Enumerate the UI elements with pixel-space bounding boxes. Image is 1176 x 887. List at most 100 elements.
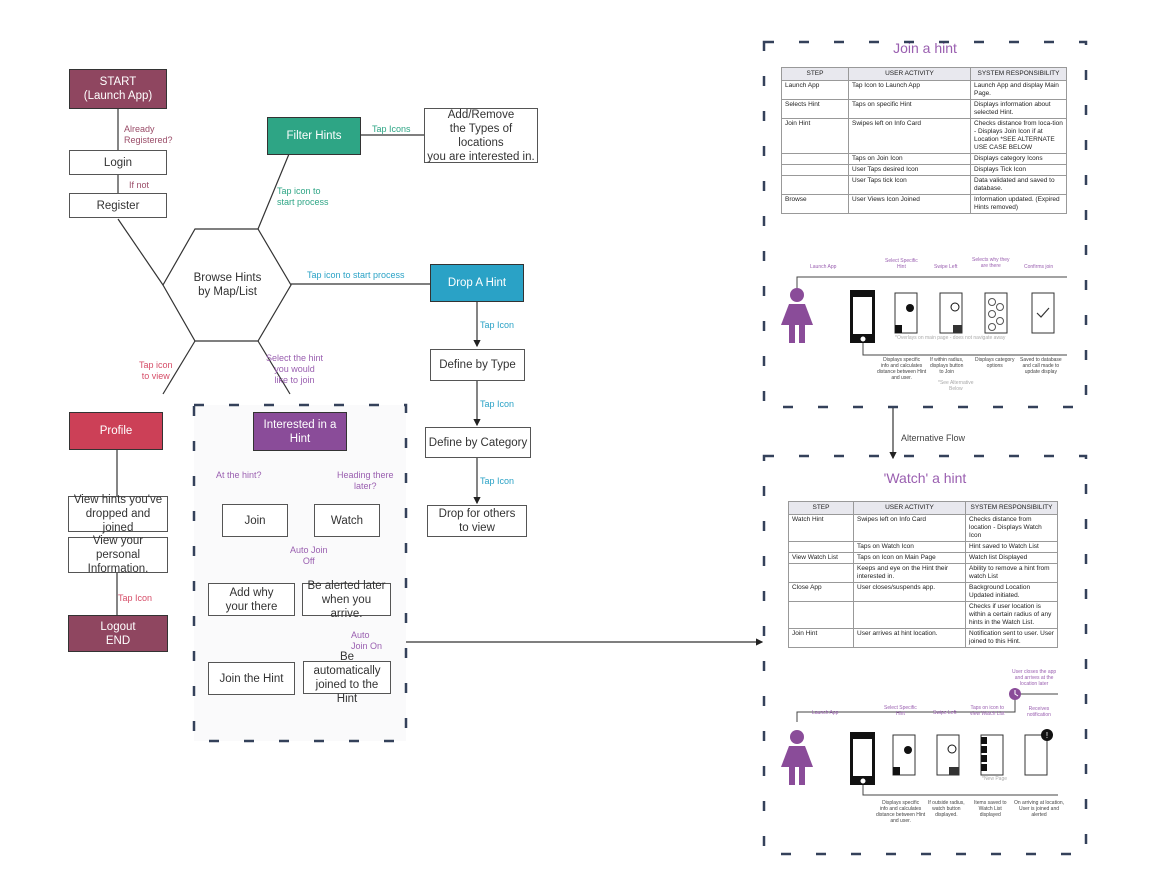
table-cell: Watch Hint [788,514,854,542]
table-cell [788,601,854,629]
select-hint-screen-icon [892,734,916,776]
table-row: Keeps and eye on the Hint their interest… [788,563,1058,583]
table-row: Watch Hint Swipes left on Info Card Checks… [788,514,1058,542]
table-cell [781,164,849,176]
table-cell [788,563,854,583]
table-cell: Launch App [781,80,849,100]
table-row: User Taps desired Icon Displays Tick Icon [781,164,1067,176]
table-cell: Swipes left on Info Card [853,514,966,542]
drop-hint-box: Drop A Hint [430,264,524,302]
table-row: View Watch List Taps on Icon on Main Page… [788,552,1058,564]
define-type-box: Define by Type [430,349,525,381]
if-not-label: If not [129,180,150,190]
table-cell: User closes/suspends app. [853,582,966,602]
join-use-case-table: STEP USER ACTIVITY SYSTEM RESPONSIBILITY… [781,67,1067,214]
table-cell [788,541,854,553]
join-result-label: If within radius, displays button to Joi… [930,357,964,375]
table-cell: Selects Hint [781,99,849,119]
filter-hints-box: Filter Hints [267,117,361,155]
col-header: USER ACTIVITY [853,501,966,515]
table-cell: Close App [788,582,854,602]
watch-step-label: Select Specific Hint [884,705,917,717]
table-cell: Keeps and eye on the Hint their interest… [853,563,966,583]
table-cell: Checks distance from location - Displays… [965,514,1058,542]
line-register-browse [117,218,164,286]
table-row: Join Hint User arrives at hint location. N… [788,628,1058,648]
join-step-label: Swipe Left [934,264,958,270]
table-cell: Taps on specific Hint [848,99,971,119]
join-step-label: Confirms join [1024,264,1054,270]
join-result-label: Displays specific info and calculates di… [877,357,927,381]
table-cell: User Views Icon Joined [848,194,971,214]
watch-step-label: Receives notification [1027,706,1051,718]
tap-icon-logout-label: Tap Icon [118,593,153,603]
user-figure-icon [781,730,813,785]
heading-later-label: Heading there later? [337,470,394,491]
tap-icon-label-2: Tap Icon [480,399,515,409]
table-cell: Background Location Updated initiated. [965,582,1058,602]
profile-tap-label: Tap icon to view [139,360,173,381]
table-row: Join Hint Swipes left on Info Card Checks … [781,118,1067,154]
table-cell: Checks distance from loca-tion - Display… [970,118,1067,154]
table-cell: Browse [781,194,849,214]
define-category-box: Define by Category [425,427,531,458]
table-row: Launch App Tap Icon to Launch App Launch A… [781,80,1067,100]
table-cell [781,153,849,165]
table-cell: Checks if user location is within a cert… [965,601,1058,629]
view-personal-box: View your personal Information. [68,535,168,575]
join-step-label: Launch App [810,264,837,270]
tick-screen-icon [1031,292,1055,334]
clock-icon [1009,688,1021,700]
category-hexagons-icon [984,292,1008,334]
col-header: SYSTEM RESPONSIBILITY [965,501,1058,515]
storyboard-bottom-line [862,782,1058,796]
start-box: START (Launch App) [69,69,167,109]
drop-for-others-box: Drop for others to view [427,505,527,537]
watch-result-label: On arriving at location, User is joined … [1014,800,1065,818]
swipe-screen-icon [936,734,960,776]
flowchart-canvas: START (Launch App) Already Registered? L… [0,0,1176,887]
table-row: Close App User closes/suspends app. Backgr… [788,582,1058,602]
table-row: Browse User Views Icon Joined Information … [781,194,1067,214]
swipe-screen-icon [939,292,963,334]
join-step-label: Select Specific Hint [885,258,918,270]
table-cell: Watch list Displayed [965,552,1058,564]
table-row: Taps on Watch Icon Hint saved to Watch Li… [788,541,1058,553]
be-alerted-box: Be alerted later when you arrive. [302,580,391,620]
table-cell: Notification sent to user. User joined t… [965,628,1058,648]
interested-box: Interested in a Hint [253,412,347,451]
login-box: Login [69,150,167,175]
table-cell: User Taps desired Icon [848,164,971,176]
profile-box: Profile [69,412,163,450]
overlay-note: *Overlays on main page - does not naviga… [895,335,1006,341]
new-page-note: *New Page [982,776,1008,782]
table-cell: Taps on Icon on Main Page [853,552,966,564]
watch-panel-title: 'Watch' a hint [883,470,967,486]
tap-icon-label-1: Tap Icon [480,320,515,330]
watch-clock-label: User closes the app and arrives at the l… [1012,669,1057,687]
auto-join-off-label: Auto Join Off [290,545,328,566]
notification-screen-icon: ! [1024,729,1053,776]
watch-result-label: If outside radius, watch button displaye… [928,800,965,818]
col-header: STEP [788,501,854,515]
auto-joined-box: Be automatically joined to the Hint [303,651,391,705]
join-step-label: Selects why they are there [972,257,1010,269]
col-header: STEP [781,67,849,81]
table-cell: Launch App and display Main Page. [970,80,1067,100]
table-cell [853,601,966,629]
table-cell: Data validated and saved to database. [970,175,1067,195]
alternative-flow-label: Alternative Flow [901,433,966,443]
join-result-label: Displays category options [975,357,1015,369]
watch-list-screen-icon [980,734,1004,776]
table-cell: User arrives at hint location. [853,628,966,648]
add-remove-box: Add/Remove the Types of locations you ar… [424,108,538,163]
table-cell: Taps on Watch Icon [853,541,966,553]
storyboard-top-line [796,276,1067,290]
table-cell: Displays information about selected Hint… [970,99,1067,119]
table-cell: Displays Tick Icon [970,164,1067,176]
select-hint-screen-icon [894,292,918,334]
table-cell: Join Hint [781,118,849,154]
join-the-hint-box: Join the Hint [208,662,295,695]
table-cell: Tap Icon to Launch App [848,80,971,100]
view-hints-box: View hints you've dropped and joined [68,494,168,534]
